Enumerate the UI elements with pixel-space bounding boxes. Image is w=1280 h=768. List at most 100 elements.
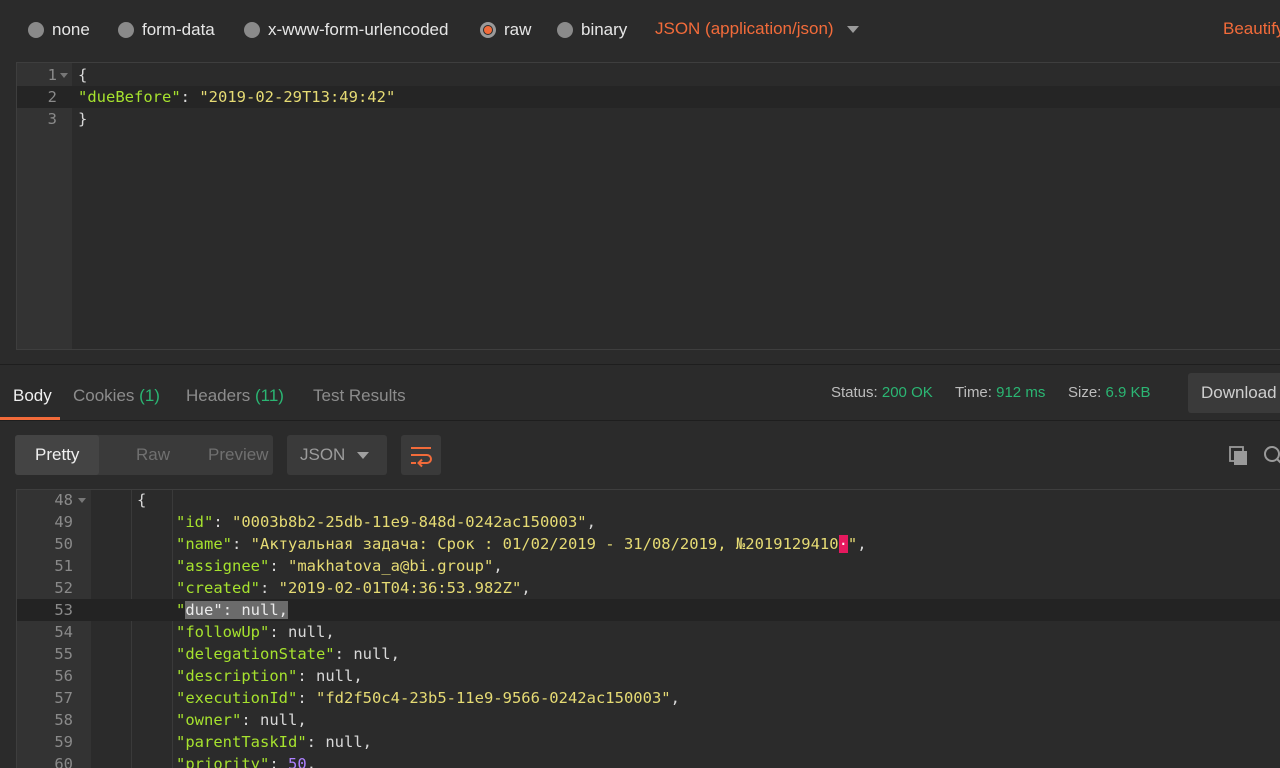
tab-body[interactable]: Body — [13, 386, 52, 406]
response-body-editor[interactable]: 48 { 49 "id": "0003b8b2-25db-11e9-848d-0… — [16, 489, 1280, 768]
response-code: "description": null, — [176, 665, 363, 687]
radio-form-data[interactable]: form-data — [118, 19, 215, 41]
content-type-dropdown[interactable]: JSON (application/json) — [655, 19, 834, 39]
tab-headers[interactable]: Headers (11) — [186, 386, 284, 406]
line-number: 57 — [54, 689, 73, 707]
json-string: "2019-02-29T13:49:42" — [199, 88, 396, 106]
radio-selected-dot-icon — [480, 22, 496, 38]
line-number: 48 — [54, 491, 73, 509]
view-pretty-button[interactable]: Pretty — [15, 435, 100, 475]
radio-binary[interactable]: binary — [557, 19, 627, 41]
json-string: "2019-02-01T04:36:53.982Z" — [278, 579, 522, 597]
json-comma: , — [362, 733, 372, 751]
response-code: "delegationState": null, — [176, 643, 400, 665]
response-line: 56 "description": null, — [17, 665, 1280, 687]
json-key-quote: " — [176, 601, 186, 619]
json-comma: , — [670, 689, 680, 707]
radio-urlencoded[interactable]: x-www-form-urlencoded — [244, 19, 448, 41]
view-raw-button[interactable]: Raw — [136, 435, 170, 475]
format-select[interactable]: JSON — [287, 435, 387, 475]
response-line-active: 53 "due": null, — [17, 599, 1280, 621]
response-code: "assignee": "makhatova_a@bi.group", — [176, 555, 503, 577]
line-number: 55 — [54, 645, 73, 663]
line-number: 50 — [54, 535, 73, 553]
json-key: "followUp" — [176, 623, 270, 641]
json-comma: , — [390, 645, 400, 663]
beautify-link[interactable]: Beautify — [1223, 19, 1280, 39]
size-label: Size: — [1068, 384, 1102, 401]
json-string-end: " — [847, 535, 858, 553]
tab-row-divider — [0, 420, 1280, 421]
search-icon[interactable] — [1262, 444, 1280, 466]
line-number: 3 — [47, 110, 57, 128]
json-string: "makhatova_a@bi.group" — [288, 557, 494, 575]
format-select-value: JSON — [300, 445, 346, 464]
json-comma: , — [586, 513, 596, 531]
json-separator: : — [269, 557, 288, 575]
fold-arrow-icon[interactable] — [78, 498, 86, 503]
response-line: 51 "assignee": "makhatova_a@bi.group", — [17, 555, 1280, 577]
json-separator: : — [297, 667, 316, 685]
json-key: "parentTaskId" — [176, 733, 307, 751]
response-line: 50 "name": "Актуальная задача: Срок : 01… — [17, 533, 1280, 555]
status-label: Status: — [831, 384, 878, 401]
time-label: Time: — [955, 384, 992, 401]
response-line: 59 "parentTaskId": null, — [17, 731, 1280, 753]
wrap-lines-button[interactable] — [401, 435, 441, 475]
json-string: "Актуальная задача: Срок : 01/02/2019 - … — [250, 535, 839, 553]
size-value: 6.9 KB — [1105, 384, 1151, 401]
json-separator: : — [213, 513, 232, 531]
fold-arrow-icon[interactable] — [60, 73, 68, 78]
response-line: 60 "priority": 50, — [17, 753, 1280, 768]
json-separator: : — [269, 623, 288, 641]
radio-dot-icon — [244, 22, 260, 38]
json-number: 50 — [288, 755, 307, 768]
json-null: null — [260, 711, 298, 729]
line-number: 49 — [54, 513, 73, 531]
json-null: null — [353, 645, 391, 663]
json-null: null — [288, 623, 326, 641]
radio-dot-icon — [557, 22, 573, 38]
request-line: 1 { — [17, 64, 1280, 86]
json-key: "assignee" — [176, 557, 270, 575]
wrap-lines-icon — [411, 447, 432, 468]
response-code: "owner": null, — [176, 709, 307, 731]
json-comma: , — [306, 755, 317, 768]
response-code: "followUp": null, — [176, 621, 335, 643]
request-body-editor[interactable]: 1 { 2 "dueBefore": "2019-02-29T13:49:42"… — [16, 62, 1280, 350]
json-null: null — [316, 667, 354, 685]
download-button[interactable]: Download — [1188, 373, 1280, 413]
time-readout: Time: 912 ms — [955, 384, 1045, 401]
size-readout: Size: 6.9 KB — [1068, 384, 1151, 401]
line-number: 59 — [54, 733, 73, 751]
line-number: 54 — [54, 623, 73, 641]
view-preview-button[interactable]: Preview — [208, 435, 268, 475]
json-separator: : — [260, 579, 279, 597]
response-line: 55 "delegationState": null, — [17, 643, 1280, 665]
json-separator: : — [334, 645, 354, 663]
tab-cookies-label: Cookies — [73, 386, 135, 405]
line-number: 56 — [54, 667, 73, 685]
text-cursor-mark: · — [838, 535, 848, 553]
radio-none[interactable]: none — [28, 19, 90, 41]
json-key: "executionId" — [176, 689, 298, 707]
view-mode-toggle: Pretty Raw Preview — [15, 435, 273, 475]
response-line: 57 "executionId": "fd2f50c4-23b5-11e9-95… — [17, 687, 1280, 709]
copy-icon[interactable] — [1228, 445, 1250, 467]
tab-test-results[interactable]: Test Results — [313, 386, 406, 406]
chevron-down-icon — [357, 452, 369, 459]
response-code: "due": null, — [176, 599, 289, 621]
radio-raw[interactable]: raw — [480, 19, 531, 41]
line-number: 51 — [54, 557, 73, 575]
json-key: "priority" — [176, 755, 270, 768]
json-separator: : — [297, 689, 316, 707]
json-key: "id" — [176, 513, 214, 531]
json-string: "fd2f50c4-23b5-11e9-9566-0242ac150003" — [316, 689, 671, 707]
response-line: 49 "id": "0003b8b2-25db-11e9-848d-0242ac… — [17, 511, 1280, 533]
line-number: 58 — [54, 711, 73, 729]
json-comma: , — [353, 667, 363, 685]
chevron-down-icon[interactable] — [847, 26, 859, 33]
tab-cookies[interactable]: Cookies (1) — [73, 386, 160, 406]
radio-form-data-label: form-data — [142, 20, 215, 39]
json-key: "dueBefore" — [78, 88, 181, 106]
